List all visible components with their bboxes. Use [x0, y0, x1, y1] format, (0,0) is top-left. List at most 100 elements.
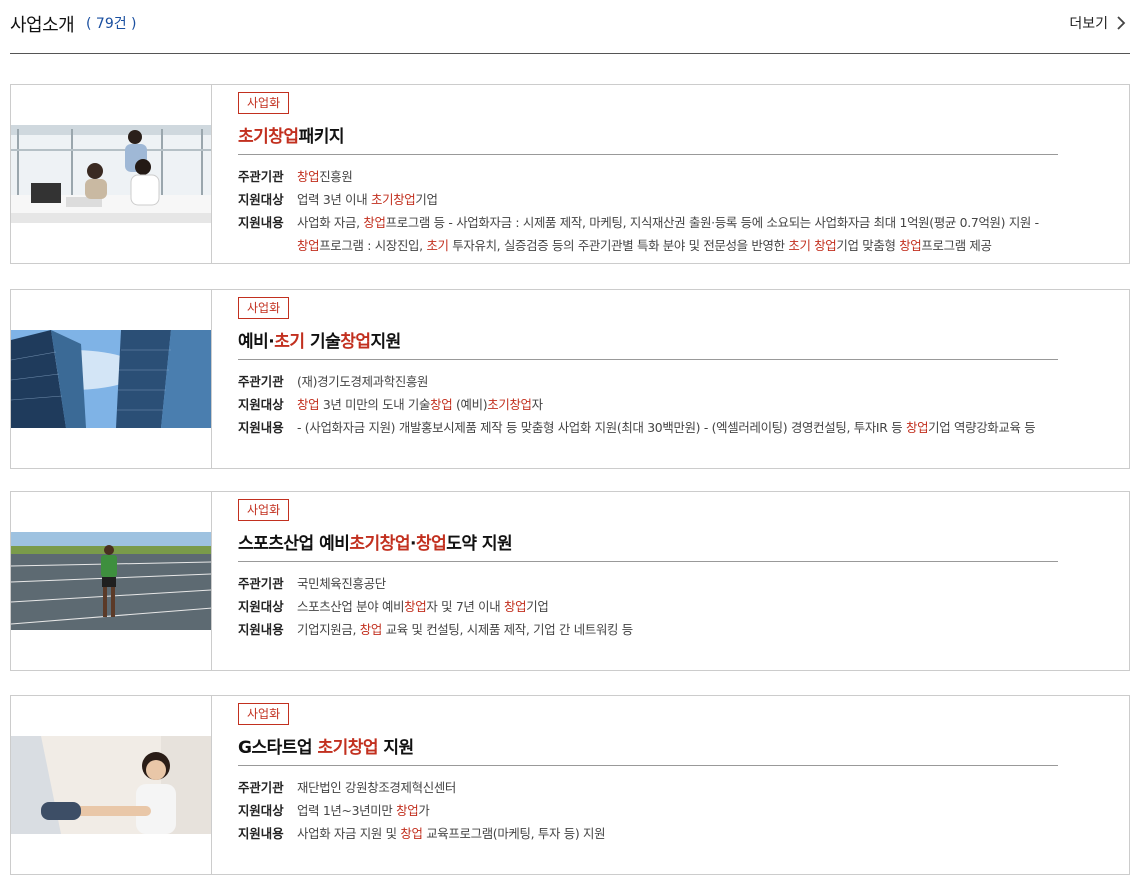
category-badge[interactable]: 사업화 — [238, 92, 290, 114]
highlight-keyword: 창업 — [363, 215, 386, 230]
glass-skyscrapers-photo — [11, 330, 211, 428]
content-line: 창업프로그램 : 시장진입, 초기 투자유치, 실증검증 등의 주관기관별 특화… — [297, 234, 1058, 257]
card-thumbnail[interactable] — [11, 696, 212, 874]
card-info: 주관기관 (재)경기도경제과학진흥원 지원대상 창업 3년 미만의 도내 기술창업 … — [238, 370, 1058, 439]
card-body: 사업화 G스타트업 초기창업 지원 주관기관 재단법인 강원창조경제혁신센터 지원… — [238, 703, 1058, 845]
card-body: 사업화 초기창업패키지 주관기관 창업진흥원 지원대상 업력 3년 이내 초기창업기… — [238, 92, 1058, 257]
content-value: - (사업화자금 지원) 개발홍보시제품 제작 등 맞춤형 사업화 지원(최대 … — [297, 416, 1058, 439]
text-segment: 가 — [418, 803, 430, 818]
card-divider — [238, 154, 1058, 155]
content-row: 지원내용 - (사업화자금 지원) 개발홍보시제품 제작 등 맞춤형 사업화 지원… — [238, 416, 1058, 439]
category-badge[interactable]: 사업화 — [238, 499, 290, 521]
text-segment: 프로그램 : 시장진입, — [319, 238, 427, 253]
more-link[interactable]: 더보기 — [1069, 13, 1126, 33]
highlight-keyword: 초기창업 — [349, 534, 410, 554]
smiling-businesswoman-handshake-photo — [11, 736, 211, 834]
org-row: 주관기관 창업진흥원 — [238, 165, 1058, 188]
org-value: 재단법인 강원창조경제혁신센터 — [297, 776, 1058, 799]
highlight-keyword: 초기창업 — [238, 127, 299, 147]
card-thumbnail[interactable] — [11, 290, 212, 468]
target-label: 지원대상 — [238, 397, 284, 412]
item-count: ( 79건 ) — [86, 16, 137, 32]
org-row: 주관기관 재단법인 강원창조경제혁신센터 — [238, 776, 1058, 799]
highlight-keyword: 초기 — [274, 332, 305, 352]
target-value: 업력 1년~3년미만 창업가 — [297, 799, 1058, 822]
target-value: 창업 3년 미만의 도내 기술창업 (예비)초기창업자 — [297, 393, 1058, 416]
card-title[interactable]: 초기창업패키지 — [238, 122, 1058, 147]
target-value: 스포츠산업 분야 예비창업자 및 7년 이내 창업기업 — [297, 595, 1058, 618]
office-team-celebrating-photo — [11, 125, 211, 223]
org-value: 국민체육진흥공단 — [297, 572, 1058, 595]
content-line: 기업지원금, 창업 교육 및 컨설팅, 시제품 제작, 기업 간 네트워킹 등 — [297, 618, 1058, 641]
highlight-keyword: 창업 — [404, 599, 427, 614]
highlight-keyword: 창업 — [359, 622, 383, 637]
text-segment: 업력 3년 이내 — [297, 192, 371, 207]
text-segment: 스포츠산업 예비 — [238, 534, 350, 554]
content-row: 지원내용 사업화 자금, 창업프로그램 등 - 사업화자금 : 시제품 제작, 마… — [238, 211, 1058, 257]
card-title[interactable]: 예비·초기 기술창업지원 — [238, 327, 1058, 352]
highlight-keyword: 창업 — [430, 397, 453, 412]
org-label: 주관기관 — [238, 374, 284, 389]
text-segment: 기업 — [526, 599, 549, 614]
org-label: 주관기관 — [238, 576, 284, 591]
text-segment: 교육프로그램(마케팅, 투자 등) 지원 — [422, 826, 606, 841]
card-info: 주관기관 국민체육진흥공단 지원대상 스포츠산업 분야 예비창업자 및 7년 이내 … — [238, 572, 1058, 641]
section-header: 사업소개 ( 79건 ) 더보기 — [10, 0, 1130, 54]
highlight-keyword: 초기 창업 — [788, 238, 837, 253]
text-segment: G스타트업 — [238, 738, 318, 758]
text-segment: (재)경기도경제과학진흥원 — [297, 374, 429, 389]
org-label: 주관기관 — [238, 780, 284, 795]
business-card[interactable]: 사업화 G스타트업 초기창업 지원 주관기관 재단법인 강원창조경제혁신센터 지원… — [10, 695, 1130, 875]
highlight-keyword: 창업 — [504, 599, 527, 614]
text-segment: 3년 미만의 도내 기술 — [319, 397, 431, 412]
content-row: 지원내용 사업화 자금 지원 및 창업 교육프로그램(마케팅, 투자 등) 지원 — [238, 822, 1058, 845]
text-segment: 프로그램 제공 — [921, 238, 992, 253]
org-row: 주관기관 국민체육진흥공단 — [238, 572, 1058, 595]
text-segment: 기업 역량강화교육 등 — [928, 420, 1036, 435]
category-badge[interactable]: 사업화 — [238, 703, 290, 725]
category-badge[interactable]: 사업화 — [238, 297, 290, 319]
text-segment: 자 — [531, 397, 543, 412]
business-card[interactable]: 사업화 초기창업패키지 주관기관 창업진흥원 지원대상 업력 3년 이내 초기창업기… — [10, 84, 1130, 264]
text-segment: 프로그램 등 - 사업화자금 : 시제품 제작, 마케팅, 지식재산권 출원·등… — [385, 215, 1040, 230]
content-label: 지원내용 — [238, 215, 284, 230]
card-thumbnail[interactable] — [11, 85, 212, 263]
text-segment: 기업 맞춤형 — [836, 238, 900, 253]
highlight-keyword: 초기창업 — [317, 738, 378, 758]
business-card[interactable]: 사업화 스포츠산업 예비초기창업·창업도약 지원 주관기관 국민체육진흥공단 지원… — [10, 491, 1130, 671]
text-segment: 국민체육진흥공단 — [297, 576, 386, 591]
content-row: 지원내용 기업지원금, 창업 교육 및 컨설팅, 시제품 제작, 기업 간 네트워… — [238, 618, 1058, 641]
card-info: 주관기관 재단법인 강원창조경제혁신센터 지원대상 업력 1년~3년미만 창업가 지… — [238, 776, 1058, 845]
business-card[interactable]: 사업화 예비·초기 기술창업지원 주관기관 (재)경기도경제과학진흥원 지원대상 창… — [10, 289, 1130, 469]
content-line: 사업화 자금 지원 및 창업 교육프로그램(마케팅, 투자 등) 지원 — [297, 822, 1058, 845]
text-segment: 재단법인 강원창조경제혁신센터 — [297, 780, 457, 795]
highlight-keyword: 초기 — [426, 238, 449, 253]
card-info: 주관기관 창업진흥원 지원대상 업력 3년 이내 초기창업기업 지원내용 사업화 자금… — [238, 165, 1058, 257]
card-divider — [238, 359, 1058, 360]
highlight-keyword: 초기창업 — [371, 192, 416, 207]
card-title[interactable]: 스포츠산업 예비초기창업·창업도약 지원 — [238, 529, 1058, 554]
text-segment: 기업지원금, — [297, 622, 360, 637]
card-title[interactable]: G스타트업 초기창업 지원 — [238, 733, 1058, 758]
text-segment: (예비) — [452, 397, 488, 412]
card-body: 사업화 예비·초기 기술창업지원 주관기관 (재)경기도경제과학진흥원 지원대상 창… — [238, 297, 1058, 439]
text-segment: 기술 — [304, 332, 341, 352]
content-line: - (사업화자금 지원) 개발홍보시제품 제작 등 맞춤형 사업화 지원(최대 … — [297, 416, 1058, 439]
highlight-keyword: 창업 — [396, 803, 419, 818]
card-thumbnail[interactable] — [11, 492, 212, 670]
highlight-keyword: 창업 — [297, 397, 320, 412]
target-value: 업력 3년 이내 초기창업기업 — [297, 188, 1058, 211]
highlight-keyword: 창업 — [905, 420, 929, 435]
highlight-keyword: 창업 — [297, 238, 320, 253]
content-label: 지원내용 — [238, 622, 284, 637]
content-line: 사업화 자금, 창업프로그램 등 - 사업화자금 : 시제품 제작, 마케팅, … — [297, 211, 1058, 234]
highlight-keyword: 창업 — [899, 238, 922, 253]
text-segment: 사업화 자금, — [297, 215, 364, 230]
text-segment: 자 및 7년 이내 — [426, 599, 505, 614]
text-segment: 교육 및 컨설팅, 시제품 제작, 기업 간 네트워킹 등 — [381, 622, 634, 637]
target-label: 지원대상 — [238, 599, 284, 614]
target-label: 지원대상 — [238, 803, 284, 818]
athlete-on-running-track-photo — [11, 532, 211, 630]
chevron-right-icon — [1117, 16, 1126, 30]
text-segment: 투자유치, 실증검증 등의 주관기관별 특화 분야 및 전문성을 반영한 — [448, 238, 789, 253]
